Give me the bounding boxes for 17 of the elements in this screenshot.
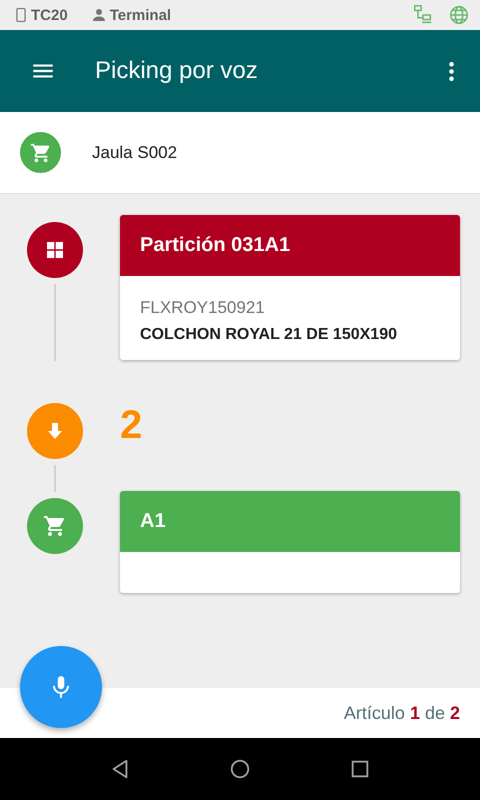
- recent-apps-button[interactable]: [349, 758, 371, 780]
- network-icon: [412, 4, 434, 26]
- globe-icon: [448, 4, 470, 26]
- home-button[interactable]: [229, 758, 251, 780]
- quantity-value: 2: [120, 405, 144, 445]
- device-label: TC20: [31, 6, 68, 24]
- item-code: FLXROY150921: [140, 298, 266, 318]
- partition-title: Partición 031A1: [140, 234, 290, 257]
- user-label: Terminal: [110, 6, 172, 24]
- item-description: COLCHON ROYAL 21 DE 150X190: [140, 326, 398, 344]
- app-title: Picking por voz: [95, 57, 258, 85]
- more-options-button[interactable]: [449, 62, 454, 80]
- cage-label: Jaula S002: [92, 142, 178, 162]
- microphone-button[interactable]: [20, 646, 102, 728]
- location-title: A1: [140, 510, 166, 533]
- cart-icon: [20, 132, 61, 173]
- item-counter: Artículo 1 de 2: [344, 702, 460, 724]
